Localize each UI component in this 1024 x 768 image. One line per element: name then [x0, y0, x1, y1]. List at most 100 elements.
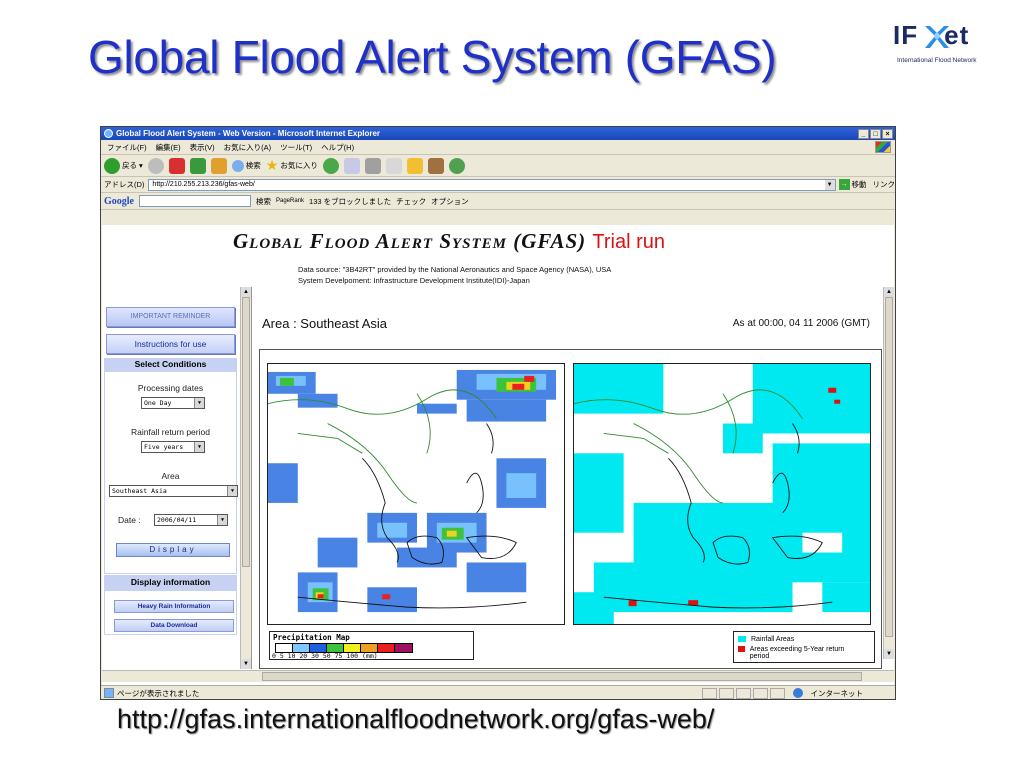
status-cell	[752, 687, 768, 699]
home-icon[interactable]	[210, 157, 227, 174]
address-bar: アドレス(D) http://210.255.213.236/gfas-web/…	[101, 177, 895, 193]
data-download-button[interactable]: Data Download	[114, 619, 234, 632]
maximize-button[interactable]: □	[870, 128, 881, 139]
history-icon[interactable]	[322, 157, 339, 174]
precipitation-color-swatch	[361, 644, 378, 652]
print-icon[interactable]	[364, 157, 381, 174]
horizontal-scroll-thumb[interactable]	[262, 672, 862, 681]
address-label: アドレス(D)	[104, 180, 145, 189]
minimize-button[interactable]: _	[858, 128, 869, 139]
status-text: ページが表示されました	[117, 688, 200, 698]
scroll-up-icon[interactable]: ▲	[884, 287, 894, 297]
mail-icon[interactable]	[343, 157, 360, 174]
options-button[interactable]: オプション	[431, 196, 469, 207]
page-content: Global Flood Alert System (GFAS) Trial r…	[102, 225, 894, 686]
main-scroll-thumb[interactable]	[885, 297, 893, 637]
instructions-button[interactable]: Instructions for use	[106, 334, 235, 354]
menu-edit[interactable]: 編集(E)	[156, 142, 181, 153]
window-title: Global Flood Alert System - Web Version …	[116, 129, 381, 138]
menu-favorites[interactable]: お気に入り(A)	[224, 142, 272, 153]
precipitation-color-swatch	[276, 644, 293, 652]
stop-icon[interactable]	[168, 157, 185, 174]
precipitation-map[interactable]	[267, 363, 565, 625]
area-title: Area : Southeast Asia	[262, 316, 388, 331]
address-dropdown-icon[interactable]: ▼	[824, 179, 835, 190]
forward-arrow-icon[interactable]	[147, 157, 164, 174]
sidebar-scroll-thumb[interactable]	[242, 297, 250, 567]
status-cell	[718, 687, 734, 699]
chevron-down-icon[interactable]: ▼	[194, 398, 204, 408]
menu-tools[interactable]: ツール(T)	[280, 142, 312, 153]
ie-icon	[104, 129, 113, 138]
chevron-down-icon[interactable]: ▼	[227, 486, 237, 496]
precipitation-color-swatch	[395, 644, 412, 652]
google-search-button[interactable]: 検索	[256, 196, 271, 207]
go-button[interactable]: 移動	[852, 179, 867, 190]
search-icon	[231, 159, 244, 172]
globe-icon	[792, 688, 803, 698]
processing-dates-label: Processing dates	[137, 383, 204, 393]
status-cell	[701, 687, 717, 699]
ifnet-logo: IF et International Flood Network	[893, 20, 1013, 72]
refresh-icon[interactable]	[189, 157, 206, 174]
as-at-timestamp: As at 00:00, 04 11 2006 (GMT)	[732, 318, 870, 329]
scroll-down-icon[interactable]: ▼	[884, 649, 894, 659]
processing-dates-select[interactable]: One Day ▼	[141, 397, 205, 409]
chevron-down-icon[interactable]: ▼	[194, 442, 204, 452]
favorites-button[interactable]: ★ お気に入り	[266, 157, 318, 174]
area-select[interactable]: Southeast Asia ▼	[109, 485, 238, 497]
sidebar-scrollbar[interactable]: ▲ ▼	[240, 287, 251, 669]
window-controls: _ □ ×	[858, 128, 895, 139]
messenger-icon[interactable]	[448, 157, 465, 174]
date-label: Date :	[118, 515, 141, 525]
spellcheck-button[interactable]: チェック	[396, 196, 426, 207]
go-arrow-icon[interactable]: →	[838, 179, 850, 190]
legend-exceeding-areas: Areas exceeding 5-Year return period	[738, 646, 848, 660]
area-label: Area	[161, 471, 180, 481]
flood-alert-map-image	[574, 364, 870, 624]
main-scrollbar[interactable]: ▲ ▼	[883, 287, 894, 659]
status-cell	[735, 687, 751, 699]
display-information-header: Display information	[104, 575, 237, 590]
precipitation-legend-title: Precipitation Map	[273, 633, 350, 642]
scroll-down-icon[interactable]: ▼	[241, 659, 251, 669]
google-logo[interactable]: Google	[104, 196, 134, 207]
date-select[interactable]: 2006/04/11 ▼	[154, 514, 228, 526]
status-cells: インターネット	[701, 687, 896, 699]
internet-zone-label: インターネット	[810, 688, 864, 698]
google-search-input[interactable]	[139, 195, 251, 207]
popup-blocked-label[interactable]: 133 をブロックしました	[309, 196, 391, 207]
slide-title: Global Flood Alert System (GFAS)	[88, 31, 777, 83]
standard-toolbar: 戻る ▾ 検索 ★ お気に入り	[101, 155, 895, 177]
menu-help[interactable]: ヘルプ(H)	[321, 142, 354, 153]
menu-file[interactable]: ファイル(F)	[107, 142, 147, 153]
back-button[interactable]: 戻る ▾	[104, 157, 143, 174]
research-icon[interactable]	[427, 157, 444, 174]
url-caption: http://gfas.internationalfloodnetwork.or…	[117, 704, 715, 734]
flood-alert-map[interactable]	[573, 363, 871, 625]
links-button[interactable]: リンク	[873, 179, 896, 190]
address-input[interactable]: http://210.255.213.236/gfas-web/ ▼	[148, 178, 836, 191]
precipitation-color-swatch	[344, 644, 361, 652]
map-panel: Precipitation Map 0 5 10 20 30 50 75 100…	[259, 349, 882, 669]
development-line: System Develpoment: Infrastructure Devel…	[298, 276, 530, 285]
scroll-up-icon[interactable]: ▲	[241, 287, 251, 297]
close-button[interactable]: ×	[882, 128, 893, 139]
folder-icon[interactable]	[406, 157, 423, 174]
edit-icon[interactable]	[385, 157, 402, 174]
back-arrow-icon	[104, 157, 120, 174]
horizontal-scrollbar[interactable]	[102, 670, 894, 682]
precipitation-map-image	[268, 364, 564, 624]
return-period-select[interactable]: Five years ▼	[141, 441, 205, 453]
search-button[interactable]: 検索	[231, 159, 261, 172]
select-conditions-header: Select Conditions	[104, 358, 237, 371]
heavy-rain-information-button[interactable]: Heavy Rain Information	[114, 600, 234, 613]
display-button[interactable]: Display	[116, 543, 230, 557]
return-period-label: Rainfall return period	[131, 427, 210, 437]
exceeding-areas-swatch	[738, 646, 745, 652]
status-cell	[769, 687, 785, 699]
menu-view[interactable]: 表示(V)	[190, 142, 215, 153]
chevron-down-icon[interactable]: ▼	[217, 515, 227, 525]
main-frame: Area : Southeast Asia As at 00:00, 04 11…	[253, 287, 894, 669]
important-reminder-button[interactable]: IMPORTANT REMINDER	[106, 307, 235, 327]
